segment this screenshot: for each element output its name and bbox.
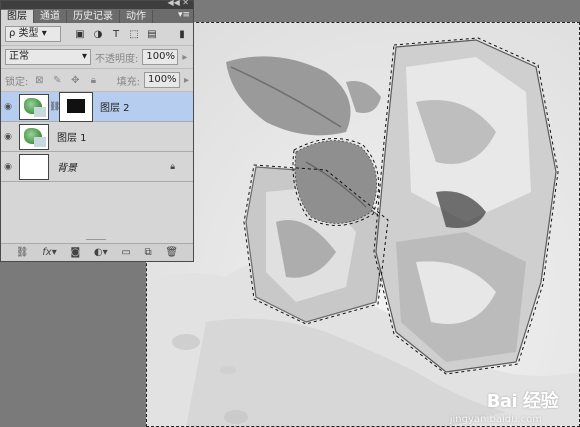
fill-field[interactable]: 100% xyxy=(143,72,180,88)
chain-link-icon[interactable]: ⛓ xyxy=(49,102,60,112)
watermark-url: jingyan.baidu.com xyxy=(449,414,542,425)
filter-type-icon[interactable]: T xyxy=(109,27,123,41)
eye-icon[interactable]: ◉ xyxy=(1,162,15,172)
panel-footer: ⛓ fx▾ ◙ ◐▾ ▭ ⧉ 🗑︎ xyxy=(1,243,193,261)
layers-panel: ◀◀ ✕ 图层 通道 历史记录 动作 ▾≡ ρ 类型 ▾ ▣ ◑ T ⬚ ▤ ▮… xyxy=(0,0,194,262)
fx-icon[interactable]: fx▾ xyxy=(42,247,56,258)
layer-name[interactable]: 背景 xyxy=(57,159,77,174)
tab-actions[interactable]: 动作 xyxy=(120,10,153,23)
panel-tabs: 图层 通道 历史记录 动作 ▾≡ xyxy=(1,9,193,23)
tab-layers[interactable]: 图层 xyxy=(1,10,34,23)
lock-row: 锁定: ⊠ ✎ ✥ 🔒︎ 填充: 100% ▸ xyxy=(1,69,193,92)
image-ice-cubes-with-mint xyxy=(146,37,580,427)
filter-smart-object-icon[interactable]: ▤ xyxy=(145,27,159,41)
layer-row[interactable]: ◉ 背景 🔒︎ xyxy=(1,152,193,182)
search-icon: ρ xyxy=(9,28,19,39)
layer-thumbnail xyxy=(19,93,49,120)
link-layers-icon[interactable]: ⛓ xyxy=(16,247,29,258)
eye-icon[interactable]: ◉ xyxy=(1,132,15,142)
opacity-label: 不透明度: xyxy=(95,53,139,65)
panel-titlebar[interactable]: ◀◀ ✕ xyxy=(1,0,193,9)
lock-icon: 🔒︎ xyxy=(170,161,175,172)
lock-position-icon[interactable]: ✥ xyxy=(68,73,82,87)
watermark-brand: Bai 经验 xyxy=(486,391,559,412)
layer-thumbnail xyxy=(19,123,49,150)
lock-label: 锁定: xyxy=(5,76,29,88)
new-group-icon[interactable]: ▭ xyxy=(121,247,130,258)
eye-icon[interactable]: ◉ xyxy=(1,102,15,112)
blend-row: 正常 ▾ 不透明度: 100% ▸ xyxy=(1,46,193,69)
fill-dropdown-icon[interactable]: ▸ xyxy=(184,75,189,86)
layer-name[interactable]: 图层 2 xyxy=(100,99,130,114)
filter-pixel-icon[interactable]: ▣ xyxy=(73,27,87,41)
layer-thumbnail xyxy=(19,153,49,180)
trash-icon[interactable]: 🗑︎ xyxy=(165,247,178,258)
filter-toggle-icon[interactable]: ▮ xyxy=(175,27,189,41)
layer-row[interactable]: ◉ 图层 1 xyxy=(1,122,193,152)
opacity-field[interactable]: 100% xyxy=(142,49,179,65)
lock-all-icon[interactable]: 🔒︎ xyxy=(86,73,100,87)
filter-shape-icon[interactable]: ⬚ xyxy=(127,27,141,41)
document-canvas[interactable]: Bai 经验 jingyan.baidu.com xyxy=(146,22,580,427)
filter-adjustment-icon[interactable]: ◑ xyxy=(91,27,105,41)
new-layer-icon[interactable]: ⧉ xyxy=(145,247,152,258)
layer-row[interactable]: ◉ ⛓ 图层 2 xyxy=(1,91,193,122)
fill-label: 填充: xyxy=(116,76,140,88)
layer-mask-thumbnail[interactable] xyxy=(59,91,93,122)
add-mask-icon[interactable]: ◙ xyxy=(70,247,80,258)
adjustment-layer-icon[interactable]: ◐▾ xyxy=(94,247,108,258)
lock-image-icon[interactable]: ✎ xyxy=(50,73,64,87)
tab-history[interactable]: 历史记录 xyxy=(67,10,120,23)
filter-kind-select[interactable]: ρ 类型 ▾ xyxy=(5,26,61,42)
panel-menu-icon[interactable]: ▾≡ xyxy=(178,9,190,22)
blend-mode-label: 正常 xyxy=(9,51,29,62)
filter-row: ρ 类型 ▾ ▣ ◑ T ⬚ ▤ ▮ xyxy=(1,23,193,46)
layer-name[interactable]: 图层 1 xyxy=(57,129,87,144)
blend-mode-select[interactable]: 正常 ▾ xyxy=(5,49,91,65)
collapse-icon[interactable]: ◀◀ ✕ xyxy=(167,0,189,7)
lock-transparent-icon[interactable]: ⊠ xyxy=(32,73,46,87)
filter-kind-label: 类型 xyxy=(18,28,39,39)
opacity-dropdown-icon[interactable]: ▸ xyxy=(182,52,187,63)
tab-channels[interactable]: 通道 xyxy=(34,10,67,23)
